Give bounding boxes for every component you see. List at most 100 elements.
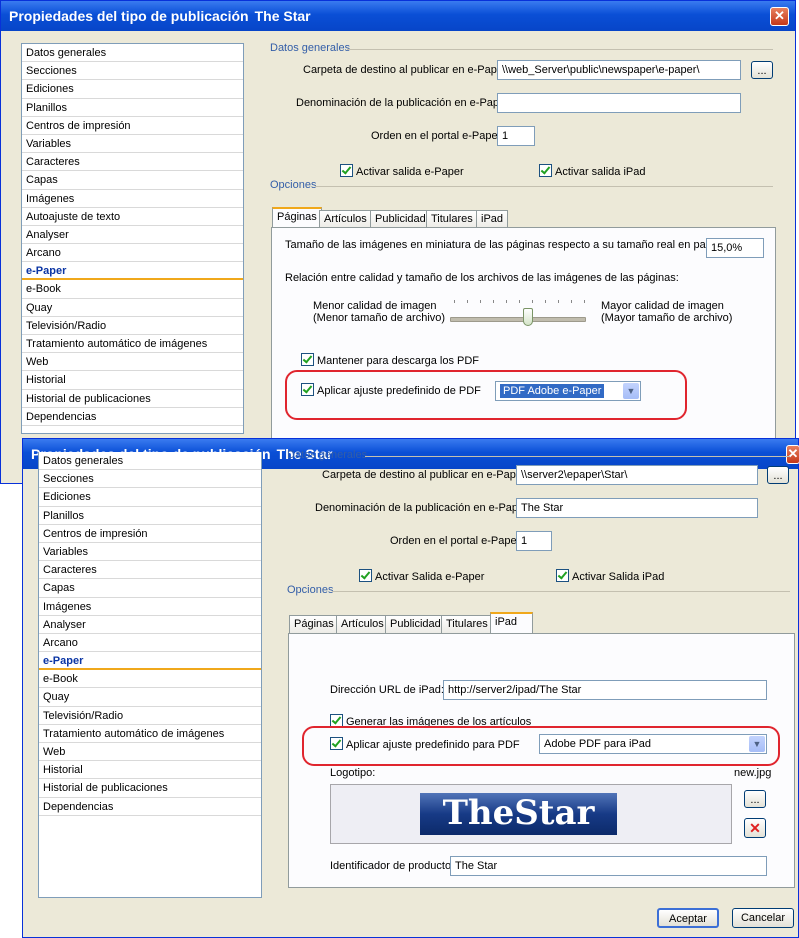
sidebar-item[interactable]: e-Paper: [39, 652, 261, 671]
tab-paginas[interactable]: Páginas: [272, 207, 322, 228]
slider-tick: [519, 300, 520, 303]
sidebar-item[interactable]: Web: [22, 353, 243, 372]
slider-tick: [584, 300, 585, 303]
sidebar-item[interactable]: Variables: [22, 135, 243, 154]
sidebar-item[interactable]: Web: [39, 743, 261, 762]
tab-ipad[interactable]: iPad: [490, 612, 533, 633]
divider: [347, 49, 773, 50]
close-icon[interactable]: ✕: [786, 445, 799, 464]
product-id-label: Identificador de producto:: [330, 860, 455, 872]
sidebar-item[interactable]: Imágenes: [39, 598, 261, 616]
tab-articulos[interactable]: Artículos: [319, 210, 372, 228]
ipad-url-label: Dirección URL de iPad:: [330, 684, 444, 696]
dest-folder-input[interactable]: \\web_Server\public\newspaper\e-paper\: [497, 60, 741, 80]
sidebar-item[interactable]: Autoajuste de texto: [22, 208, 243, 226]
sidebar-item[interactable]: Quay: [39, 688, 261, 707]
highlight-box: [285, 370, 687, 420]
thumbnail-size-input[interactable]: 15,0%: [706, 238, 764, 258]
tab-titulares[interactable]: Titulares: [426, 210, 478, 228]
group-title-options: Opciones: [270, 179, 317, 191]
portal-order-input[interactable]: 1: [497, 126, 535, 146]
logo-browse-button[interactable]: ...: [744, 790, 766, 808]
sidebar-item[interactable]: Capas: [39, 579, 261, 598]
sidebar-item[interactable]: Caracteres: [22, 153, 243, 172]
sidebar-item[interactable]: Televisión/Radio: [22, 317, 243, 335]
tab-publicidad[interactable]: Publicidad: [385, 615, 446, 633]
sidebar-item[interactable]: Historial de publicaciones: [39, 779, 261, 798]
sidebar-item[interactable]: Analyser: [22, 226, 243, 245]
slider-tick: [545, 300, 546, 303]
publication-name-input[interactable]: [497, 93, 741, 113]
sidebar-item[interactable]: Arcano: [39, 634, 261, 653]
sidebar-item[interactable]: Analyser: [39, 616, 261, 634]
tab-titulares[interactable]: Titulares: [441, 615, 493, 633]
divider: [315, 186, 773, 187]
sidebar-item[interactable]: Centros de impresión: [22, 117, 243, 135]
sidebar-item[interactable]: Secciones: [39, 470, 261, 489]
sidebar-item[interactable]: Variables: [39, 543, 261, 562]
slider-tick: [480, 300, 481, 303]
keep-pdf-checkbox[interactable]: Mantener para descarga los PDF: [301, 353, 479, 367]
portal-order-label: Orden en el portal e-Paper:: [371, 130, 505, 142]
publication-name-input[interactable]: The Star: [516, 498, 758, 518]
sidebar-item[interactable]: Caracteres: [39, 561, 261, 580]
sidebar-item[interactable]: Dependencias: [22, 408, 243, 426]
window-title: Propiedades del tipo de publicación: [9, 8, 249, 24]
sidebar-item[interactable]: Arcano: [22, 244, 243, 263]
dest-folder-label: Carpeta de destino al publicar en e-Pape…: [303, 64, 510, 76]
logo-preview-area: TheStar: [330, 784, 732, 844]
the-star-logo: TheStar: [420, 793, 617, 835]
sidebar-item[interactable]: Datos generales: [22, 44, 243, 63]
sidebar-item[interactable]: e-Book: [39, 670, 261, 689]
tab-paginas[interactable]: Páginas: [289, 615, 339, 633]
sidebar-item[interactable]: Secciones: [22, 62, 243, 81]
sidebar-item[interactable]: Historial de publicaciones: [22, 390, 243, 408]
browse-button[interactable]: ...: [767, 466, 789, 484]
sidebar-item[interactable]: Tratamiento automático de imágenes: [39, 725, 261, 743]
delete-logo-icon[interactable]: ✕: [744, 818, 766, 838]
tab-articulos[interactable]: Artículos: [336, 615, 389, 633]
enable-ipad-checkbox[interactable]: Activar salida iPad: [539, 164, 646, 178]
slider-tick: [454, 300, 455, 303]
cancel-button[interactable]: Cancelar: [732, 908, 794, 928]
enable-epaper-checkbox[interactable]: Activar Salida e-Paper: [359, 569, 484, 583]
publication-name-label: Denominación de la publicación en e-Pape…: [315, 502, 531, 514]
enable-epaper-checkbox[interactable]: Activar salida e-Paper: [340, 164, 464, 178]
sidebar-item[interactable]: Dependencias: [39, 798, 261, 816]
accept-button[interactable]: Aceptar: [657, 908, 719, 928]
publication-name-label: Denominación de la publicación en e-Pape…: [296, 97, 512, 109]
tab-ipad[interactable]: iPad: [476, 210, 509, 228]
tab-publicidad[interactable]: Publicidad: [370, 210, 431, 228]
sidebar-item[interactable]: Datos generales: [39, 452, 261, 471]
product-id-input[interactable]: The Star: [450, 856, 767, 876]
sidebar-item[interactable]: Historial: [39, 761, 261, 780]
quality-slider-thumb[interactable]: [523, 308, 533, 326]
sidebar-item[interactable]: Centros de impresión: [39, 525, 261, 543]
dest-folder-input[interactable]: \\server2\epaper\Star\: [516, 465, 758, 485]
quality-slider-track[interactable]: [450, 317, 586, 322]
sidebar-item[interactable]: Televisión/Radio: [39, 707, 261, 725]
enable-ipad-checkbox[interactable]: Activar Salida iPad: [556, 569, 664, 583]
ipad-url-input[interactable]: http://server2/ipad/The Star: [443, 680, 767, 700]
browse-button[interactable]: ...: [751, 61, 773, 79]
max-quality-label: Mayor calidad de imagen (Mayor tamaño de …: [601, 300, 733, 324]
sidebar-item[interactable]: Capas: [22, 171, 243, 190]
sidebar-item[interactable]: Planillos: [22, 99, 243, 117]
group-title-options: Opciones: [287, 584, 334, 596]
sidebar-item[interactable]: Ediciones: [22, 80, 243, 99]
checkbox-checked-icon: [340, 164, 353, 177]
enable-epaper-label: Activar salida e-Paper: [356, 166, 464, 178]
group-title-general: Datos generales: [270, 42, 351, 54]
enable-ipad-label: Activar Salida iPad: [572, 571, 665, 583]
close-icon[interactable]: ✕: [770, 7, 789, 26]
sidebar-item[interactable]: e-Paper: [22, 262, 243, 281]
sidebar-item[interactable]: Historial: [22, 371, 243, 390]
sidebar-item[interactable]: Quay: [22, 299, 243, 317]
sidebar-item[interactable]: Tratamiento automático de imágenes: [22, 335, 243, 354]
portal-order-input[interactable]: 1: [516, 531, 552, 551]
dialog-front: Propiedades del tipo de publicaciónThe S…: [22, 438, 799, 938]
sidebar-item[interactable]: Imágenes: [22, 190, 243, 208]
sidebar-item[interactable]: Planillos: [39, 507, 261, 525]
sidebar-item[interactable]: Ediciones: [39, 488, 261, 507]
sidebar-item[interactable]: e-Book: [22, 280, 243, 299]
